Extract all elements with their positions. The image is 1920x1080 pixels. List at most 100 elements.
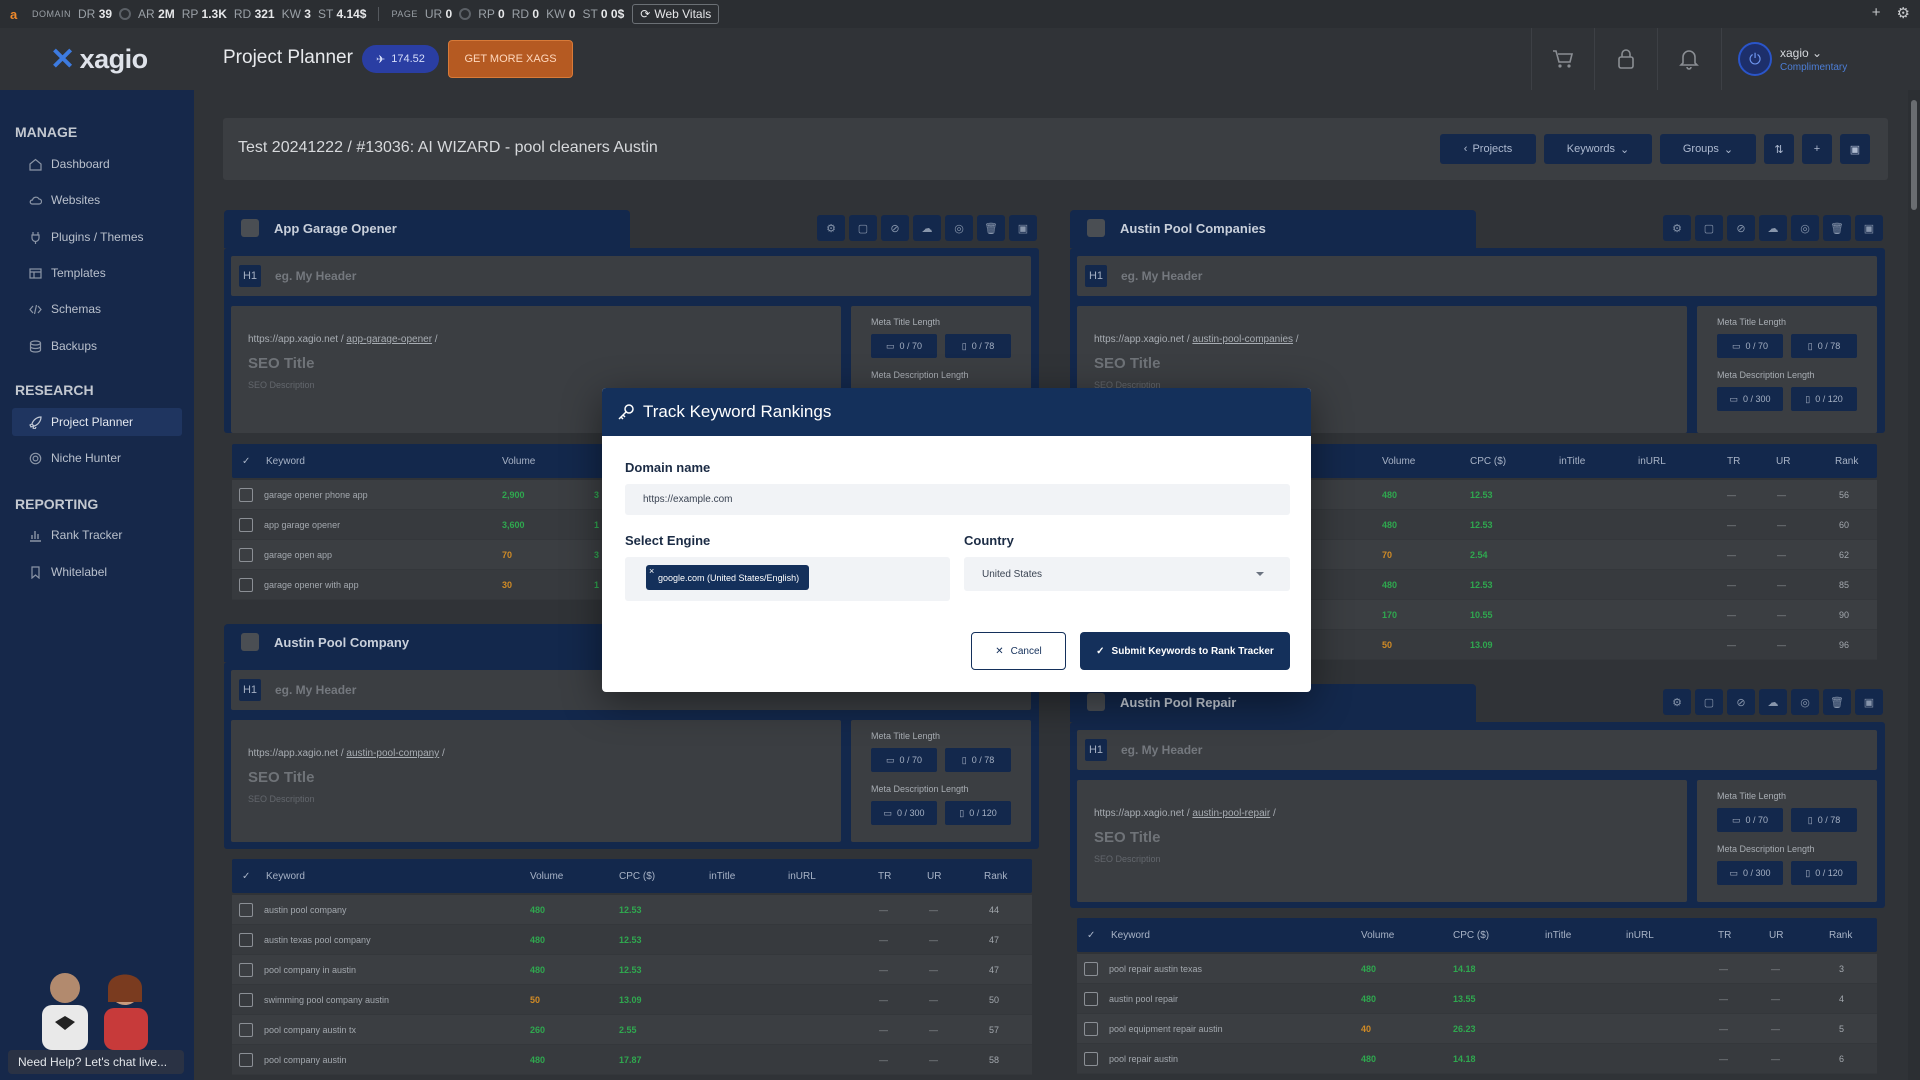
web-vitals-button[interactable]: ⟳ Web Vitals	[632, 4, 720, 24]
target-icon[interactable]: ◎	[1791, 215, 1819, 241]
trash-icon[interactable]: 🗑	[1823, 215, 1851, 241]
table-row[interactable]: pool repair austin texas 480 14.18— —3	[1077, 954, 1877, 984]
cloud-icon[interactable]: ☁	[1759, 215, 1787, 241]
cart-icon[interactable]	[1531, 28, 1594, 90]
xags-balance-badge[interactable]: ✈ 174.52	[362, 45, 439, 73]
cloud-icon[interactable]: ☁	[1759, 689, 1787, 715]
row-checkbox[interactable]	[239, 578, 253, 592]
sidebar-item-project-planner[interactable]: Project Planner	[12, 408, 182, 436]
row-checkbox[interactable]	[239, 903, 253, 917]
row-checkbox[interactable]	[239, 518, 253, 532]
note-icon[interactable]: ▢	[849, 215, 877, 241]
save-icon[interactable]: ▣	[1855, 689, 1883, 715]
row-checkbox[interactable]	[1084, 992, 1098, 1006]
table-row[interactable]: pool company austin 480 17.87— —58	[232, 1045, 1032, 1075]
note-icon[interactable]: ▢	[1695, 689, 1723, 715]
table-row[interactable]: swimming pool company austin 50 13.09— —50	[232, 985, 1032, 1015]
sidebar-item-plugins-themes[interactable]: Plugins / Themes	[12, 223, 182, 251]
domain-name-input[interactable]: https://example.com	[625, 484, 1290, 515]
add-icon[interactable]: +	[1872, 4, 1881, 22]
user-name: xagio ⌄	[1780, 45, 1823, 60]
save-icon[interactable]: ▣	[1855, 215, 1883, 241]
row-checkbox[interactable]	[239, 993, 253, 1007]
projects-button[interactable]: ‹ Projects	[1440, 134, 1536, 164]
engine-select[interactable]: × google.com (United States/English)	[625, 557, 950, 601]
settings-icon[interactable]: ⚙	[817, 215, 845, 241]
group-checkbox[interactable]	[241, 219, 259, 237]
group-checkbox[interactable]	[1087, 693, 1105, 711]
save-icon[interactable]: ▣	[1009, 215, 1037, 241]
table-row[interactable]: austin texas pool company 480 12.53— —47	[232, 925, 1032, 955]
support-team-image	[42, 973, 148, 1050]
groups-dropdown[interactable]: Groups ⌄	[1660, 134, 1756, 164]
xagio-logo[interactable]: ✕ xagio	[50, 42, 148, 77]
table-row[interactable]: pool equipment repair austin 40 26.23— —5	[1077, 1014, 1877, 1044]
row-checkbox[interactable]	[239, 548, 253, 562]
sidebar-item-schemas[interactable]: Schemas	[12, 295, 182, 323]
row-checkbox[interactable]	[239, 963, 253, 977]
target-icon[interactable]: ◎	[1791, 689, 1819, 715]
note-icon[interactable]: ▢	[1695, 215, 1723, 241]
group-checkbox[interactable]	[1087, 219, 1105, 237]
sort-icon[interactable]: ⇅	[1764, 134, 1794, 164]
sidebar-item-whitelabel[interactable]: Whitelabel	[12, 558, 182, 586]
bell-icon[interactable]	[1657, 28, 1720, 90]
hide-icon[interactable]: ⊘	[1727, 215, 1755, 241]
lock-icon[interactable]	[1594, 28, 1657, 90]
target-icon[interactable]: ◎	[945, 215, 973, 241]
table-row[interactable]: austin pool company 480 12.53— —44	[232, 895, 1032, 925]
sidebar-item-dashboard[interactable]: Dashboard	[12, 150, 182, 178]
sidebar-item-backups[interactable]: Backups	[12, 332, 182, 360]
remove-chip-icon[interactable]: ×	[649, 566, 654, 576]
h1-field[interactable]: H1 eg. My Header	[231, 256, 1031, 296]
row-checkbox[interactable]	[1084, 962, 1098, 976]
save-icon[interactable]: ▣	[1840, 134, 1870, 164]
hide-icon[interactable]: ⊘	[1727, 689, 1755, 715]
country-select[interactable]: United States	[964, 557, 1290, 591]
check-all-icon[interactable]: ✓	[242, 871, 250, 882]
row-checkbox[interactable]	[239, 933, 253, 947]
h1-field[interactable]: H1 eg. My Header	[1077, 730, 1877, 770]
check-all-icon[interactable]: ✓	[1087, 930, 1095, 941]
get-more-xags-button[interactable]: GET MORE XAGS	[448, 40, 573, 78]
rocket-icon: ✈	[376, 53, 386, 66]
page-scrollbar[interactable]	[1908, 90, 1920, 1080]
seo-preview[interactable]: https://app.xagio.net / austin-pool-comp…	[231, 720, 841, 842]
sidebar-item-websites[interactable]: Websites	[12, 186, 182, 214]
sidebar-item-templates[interactable]: Templates	[12, 259, 182, 287]
row-checkbox[interactable]	[239, 1023, 253, 1037]
sidebar-item-niche-hunter[interactable]: Niche Hunter	[12, 444, 182, 472]
group-checkbox[interactable]	[241, 633, 259, 651]
seo-extension-icon[interactable]: a	[10, 7, 24, 22]
row-checkbox[interactable]	[1084, 1052, 1098, 1066]
seo-preview[interactable]: https://app.xagio.net / austin-pool-repa…	[1077, 780, 1687, 902]
add-group-icon[interactable]: +	[1802, 134, 1832, 164]
keywords-dropdown[interactable]: Keywords ⌄	[1544, 134, 1652, 164]
group-toolbar: ⚙ ▢ ⊘ ☁ ◎ 🗑 ▣	[1663, 689, 1883, 715]
row-checkbox[interactable]	[239, 1053, 253, 1067]
settings-icon[interactable]: ⚙	[1897, 4, 1910, 22]
hide-icon[interactable]: ⊘	[881, 215, 909, 241]
table-row[interactable]: austin pool repair 480 13.55— —4	[1077, 984, 1877, 1014]
scrollbar-thumb[interactable]	[1911, 100, 1917, 210]
check-all-icon[interactable]: ✓	[242, 456, 250, 467]
cloud-icon[interactable]: ☁	[913, 215, 941, 241]
table-row[interactable]: pool repair austin 480 14.18— —6	[1077, 1044, 1877, 1074]
close-icon: ✕	[995, 645, 1004, 657]
settings-icon[interactable]: ⚙	[1663, 689, 1691, 715]
table-row[interactable]: pool company austin tx 260 2.55— —57	[232, 1015, 1032, 1045]
trash-icon[interactable]: 🗑	[1823, 689, 1851, 715]
trash-icon[interactable]: 🗑	[977, 215, 1005, 241]
submit-keywords-button[interactable]: ✓ Submit Keywords to Rank Tracker	[1080, 632, 1290, 670]
row-checkbox[interactable]	[239, 488, 253, 502]
cancel-button[interactable]: ✕ Cancel	[971, 632, 1066, 670]
row-checkbox[interactable]	[1084, 1022, 1098, 1036]
h1-field[interactable]: H1 eg. My Header	[1077, 256, 1877, 296]
settings-icon[interactable]: ⚙	[1663, 215, 1691, 241]
h1-badge: H1	[1085, 739, 1107, 761]
live-chat-button[interactable]: Need Help? Let's chat live...	[8, 1050, 184, 1074]
sidebar-item-rank-tracker[interactable]: Rank Tracker	[12, 521, 182, 549]
domain-metrics: DOMAIN DR 39 AR 2M RP 1.3K RD 321 KW 3 S…	[32, 7, 366, 21]
user-menu[interactable]: ⏻ xagio ⌄ Complimentary	[1721, 28, 1920, 90]
table-row[interactable]: pool company in austin 480 12.53— —47	[232, 955, 1032, 985]
